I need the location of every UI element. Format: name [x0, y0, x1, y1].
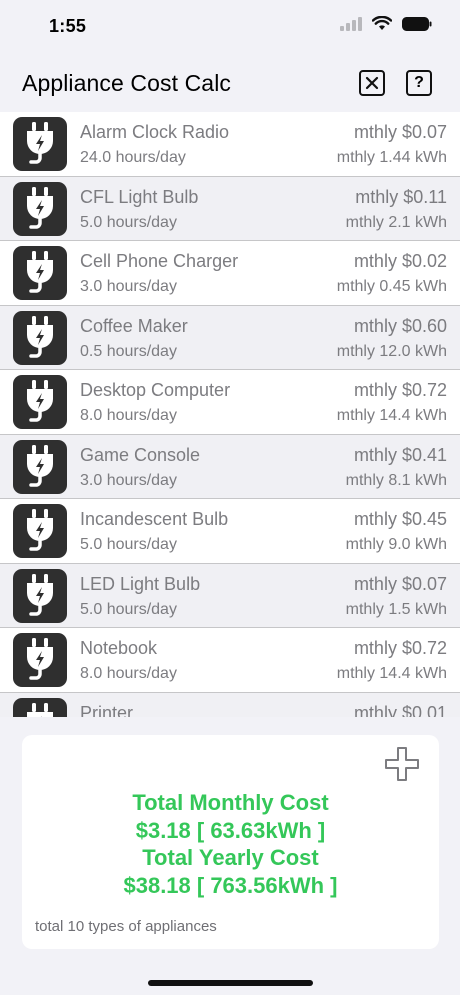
plug-icon	[27, 444, 53, 487]
appliance-row[interactable]: Cell Phone Charger 3.0 hours/day mthly $0.…	[0, 241, 460, 306]
appliance-hours: 5.0 hours/day	[80, 213, 177, 231]
appliance-icon	[13, 246, 67, 300]
appliance-list[interactable]: Alarm Clock Radio 24.0 hours/day mthly $0.…	[0, 112, 460, 717]
appliance-monthly-cost: mthly $0.07	[353, 573, 447, 594]
appliance-name: Alarm Clock Radio	[80, 122, 230, 142]
totals: Total Monthly Cost $3.18 [ 63.63kWh ] To…	[22, 789, 439, 899]
appliance-row[interactable]: Printer mthly $0.01	[0, 692, 460, 718]
plug-icon	[27, 122, 53, 164]
plug-icon	[27, 509, 53, 551]
plug-icon	[27, 573, 53, 616]
appliance-row[interactable]: Incandescent Bulb 5.0 hours/day mthly $0.4…	[0, 499, 460, 564]
appliance-name: Cell Phone Charger	[80, 251, 239, 271]
appliance-icon	[13, 439, 67, 494]
appliance-monthly-cost: mthly $0.02	[353, 251, 447, 271]
monthly-value: $3.18 [ 63.63kWh ]	[135, 817, 326, 843]
appliance-name: Notebook	[80, 638, 158, 658]
appliance-monthly-kwh: mthly 14.4 kWh	[336, 665, 447, 682]
appliance-hours: 5.0 hours/day	[80, 536, 177, 553]
appliance-monthly-kwh: mthly 12.0 kWh	[336, 342, 447, 360]
appliance-monthly-kwh: mthly 9.0 kWh	[345, 536, 447, 553]
signal-icon	[340, 16, 362, 31]
home-indicator[interactable]	[148, 980, 313, 986]
plug-icon	[27, 186, 53, 229]
appliance-name: Game Console	[80, 444, 201, 465]
appliance-monthly-cost: mthly $0.01	[353, 702, 447, 718]
appliance-monthly-kwh: mthly 14.4 kWh	[336, 407, 447, 424]
appliance-icon	[13, 375, 67, 429]
appliance-monthly-cost: mthly $0.72	[353, 380, 447, 400]
appliance-name: LED Light Bulb	[80, 573, 201, 594]
appliance-icon	[13, 568, 67, 623]
clear-button[interactable]	[359, 70, 385, 96]
appliance-hours: 8.0 hours/day	[80, 665, 177, 682]
status-time: 1:55	[49, 16, 87, 36]
appliance-hours: 3.0 hours/day	[80, 471, 177, 489]
battery-icon	[402, 16, 432, 31]
page-title: Appliance Cost Calc	[22, 70, 232, 96]
appliance-row[interactable]: Game Console 3.0 hours/day mthly $0.41 mthl…	[0, 434, 460, 499]
appliance-name: Desktop Computer	[80, 380, 231, 400]
add-appliance-button[interactable]	[384, 746, 420, 782]
appliance-monthly-cost: mthly $0.41	[353, 444, 447, 465]
appliance-monthly-kwh: mthly 1.44 kWh	[336, 149, 447, 166]
plug-icon	[27, 702, 53, 717]
appliance-name: Coffee Maker	[80, 315, 188, 336]
nav-bar: Appliance Cost Calc ?	[0, 58, 460, 112]
appliance-icon	[13, 310, 67, 365]
plug-icon	[27, 315, 53, 358]
appliance-icon	[13, 181, 67, 236]
appliance-icon	[13, 697, 67, 717]
appliance-hours: 3.0 hours/day	[80, 278, 177, 295]
yearly-value: $38.18 [ 763.56kWh ]	[123, 872, 338, 898]
help-box-icon: ?	[414, 74, 424, 91]
appliance-row[interactable]: LED Light Bulb 5.0 hours/day mthly $0.07 mt…	[0, 563, 460, 628]
appliance-monthly-kwh: mthly 1.5 kWh	[345, 600, 447, 618]
status-icons	[340, 16, 432, 31]
appliance-name: Printer	[80, 702, 134, 718]
appliance-monthly-kwh: mthly 8.1 kWh	[345, 471, 447, 489]
close-box-icon	[365, 76, 379, 90]
plug-icon	[27, 251, 53, 293]
appliance-icon	[13, 117, 67, 171]
appliance-hours: 5.0 hours/day	[80, 600, 177, 618]
appliance-monthly-kwh: mthly 2.1 kWh	[345, 213, 447, 231]
appliance-name: Incandescent Bulb	[80, 509, 229, 529]
appliance-monthly-cost: mthly $0.60	[353, 315, 447, 336]
appliance-row[interactable]: Coffee Maker 0.5 hours/day mthly $0.60 mthl…	[0, 305, 460, 370]
appliance-monthly-cost: mthly $0.72	[353, 638, 447, 658]
appliance-monthly-cost: mthly $0.07	[353, 122, 447, 142]
appliance-count-note: total 10 types of appliances	[35, 918, 217, 935]
help-button[interactable]: ?	[406, 70, 432, 96]
plus-icon	[385, 747, 419, 781]
appliance-monthly-kwh: mthly 0.45 kWh	[336, 278, 447, 295]
appliance-monthly-cost: mthly $0.45	[353, 509, 447, 529]
appliance-hours: 24.0 hours/day	[80, 149, 186, 166]
appliance-hours: 0.5 hours/day	[80, 342, 177, 360]
appliance-hours: 8.0 hours/day	[80, 407, 177, 424]
appliance-row[interactable]: CFL Light Bulb 5.0 hours/day mthly $0.11 mt…	[0, 176, 460, 241]
summary-card: Total Monthly Cost $3.18 [ 63.63kWh ] To…	[22, 735, 439, 949]
appliance-name: CFL Light Bulb	[80, 186, 199, 207]
plug-icon	[27, 638, 53, 680]
appliance-row[interactable]: Notebook 8.0 hours/day mthly $0.72 mthly 14…	[0, 628, 460, 693]
appliance-monthly-cost: mthly $0.11	[355, 186, 447, 207]
monthly-label: Total Monthly Cost	[132, 790, 329, 815]
yearly-label: Total Yearly Cost	[142, 845, 319, 870]
appliance-icon	[13, 504, 67, 558]
appliance-icon	[13, 633, 67, 687]
wifi-icon	[372, 16, 392, 30]
appliance-row[interactable]: Alarm Clock Radio 24.0 hours/day mthly $0.…	[0, 112, 460, 177]
plug-icon	[27, 380, 53, 422]
status-bar: 1:55	[0, 0, 460, 52]
appliance-row[interactable]: Desktop Computer 8.0 hours/day mthly $0.72…	[0, 370, 460, 435]
